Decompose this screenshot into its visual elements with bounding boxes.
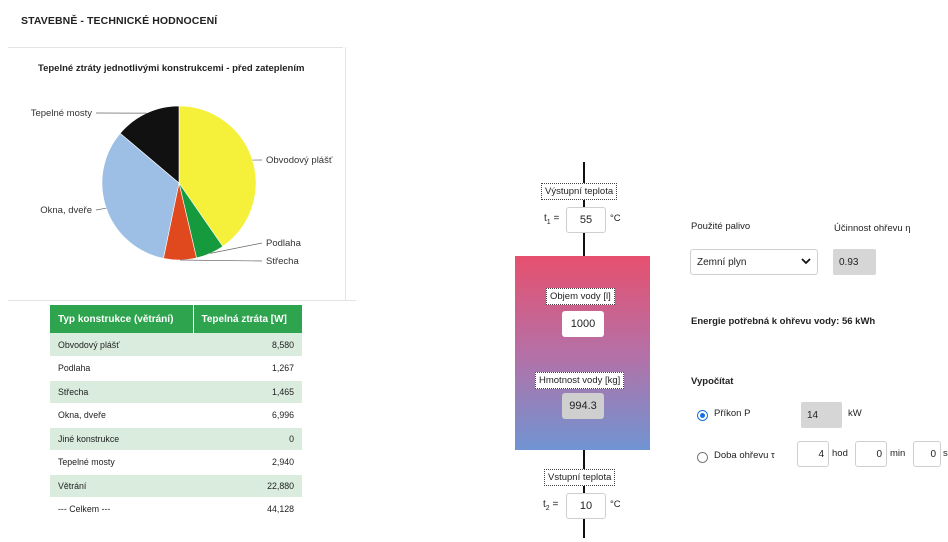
heat-loss-table: Typ konstrukce (větrání) Tepelná ztráta …	[50, 305, 303, 522]
seconds-unit: s	[943, 448, 948, 459]
t2-subscript: 2	[545, 505, 550, 512]
row-name: Větrání	[50, 474, 193, 498]
table-total-row: --- Celkem --- 44,128	[50, 497, 302, 522]
mass-label: Hmotnost vody [kg]	[535, 372, 625, 389]
pie-leader-line-3	[95, 207, 107, 211]
compute-label: Vypočítat	[691, 376, 734, 387]
row-value: 1,267	[193, 356, 302, 381]
t2-unit: °C	[610, 499, 621, 510]
row-value: 44,128	[193, 497, 302, 522]
energy-result: Energie potřebná k ohřevu vody: 56 kWh	[691, 316, 876, 327]
row-name: Obvodový plášť	[50, 333, 193, 357]
power-unit: kW	[848, 408, 862, 419]
duration-radio[interactable]	[697, 452, 708, 463]
power-value: 14	[801, 402, 842, 428]
inlet-temperature-label: Vstupní teplota	[544, 469, 616, 486]
table-row: Větrání 22,880	[50, 474, 302, 498]
table-row: Podlaha 1,267	[50, 356, 302, 381]
row-value: 2,940	[193, 450, 302, 475]
column-header-loss: Tepelná ztráta [W]	[193, 305, 303, 333]
row-value: 1,465	[193, 380, 302, 404]
row-name: Tepelné mosty	[50, 450, 193, 475]
hours-unit: hod	[832, 448, 848, 459]
row-value: 22,880	[193, 474, 302, 498]
row-name: Střecha	[50, 380, 193, 404]
row-name: Podlaha	[50, 356, 193, 381]
power-radio[interactable]	[697, 410, 708, 421]
volume-label: Objem vody [l]	[546, 288, 615, 305]
t1-subscript: 1	[546, 219, 551, 226]
pie-label-1: Podlaha	[266, 238, 302, 249]
volume-input[interactable]: 1000	[562, 311, 604, 337]
water-tank	[515, 256, 650, 450]
minutes-input[interactable]: 0	[855, 441, 887, 467]
table-row: Tepelné mosty 2,940	[50, 450, 302, 475]
row-name: Jiné konstrukce	[50, 427, 193, 451]
pie-label-0: Obvodový plášť	[266, 155, 333, 166]
table-row: Okna, dveře 6,996	[50, 403, 302, 428]
minutes-unit: min	[890, 448, 906, 459]
t1-label: t1 =	[544, 213, 560, 226]
pie-chart: Obvodový plášť Podlaha Střecha Okna, dveře T…	[31, 105, 333, 267]
table-header-row: Typ konstrukce (větrání) Tepelná ztráta …	[50, 305, 303, 333]
t2-input[interactable]: 10	[566, 493, 606, 519]
duration-label: Doba ohřevu τ	[714, 450, 775, 461]
pie-label-4: Tepelné mosty	[31, 108, 93, 119]
efficiency-label: Účinnost ohřevu η	[834, 223, 911, 234]
t1-unit: °C	[610, 213, 621, 224]
page-root: STAVEBNĚ - TECHNICKÉ HODNOCENÍ Tepelné z…	[0, 0, 948, 542]
row-value: 6,996	[193, 403, 302, 428]
hours-input[interactable]: 4	[797, 441, 829, 467]
mass-value: 994.3	[562, 393, 604, 419]
fuel-select-value: Zemní plyn	[697, 256, 747, 268]
table-row: Jiné konstrukce 0	[50, 427, 302, 451]
row-name: --- Celkem ---	[50, 497, 193, 522]
table-row: Střecha 1,465	[50, 380, 302, 404]
row-name: Okna, dveře	[50, 403, 193, 428]
table-row: Obvodový plášť 8,580	[50, 333, 302, 357]
row-value: 8,580	[193, 333, 302, 357]
row-value: 0	[193, 427, 302, 451]
t2-label: t2 =	[543, 499, 559, 512]
chart-panel-divider	[8, 300, 356, 301]
fuel-label: Použité palivo	[691, 221, 751, 232]
pie-leader-line-2	[180, 259, 263, 262]
outlet-temperature-label: Výstupní teplota	[541, 183, 618, 200]
pie-label-3: Okna, dveře	[40, 205, 92, 216]
seconds-input[interactable]: 0	[913, 441, 941, 467]
fuel-select[interactable]: Zemní plyn	[690, 249, 818, 275]
efficiency-value: 0.93	[833, 249, 876, 275]
chevron-down-icon	[801, 257, 811, 268]
t1-input[interactable]: 55	[566, 207, 606, 233]
column-header-type: Typ konstrukce (větrání)	[50, 305, 194, 333]
power-label: Příkon P	[714, 408, 751, 419]
pie-label-2: Střecha	[266, 256, 299, 267]
